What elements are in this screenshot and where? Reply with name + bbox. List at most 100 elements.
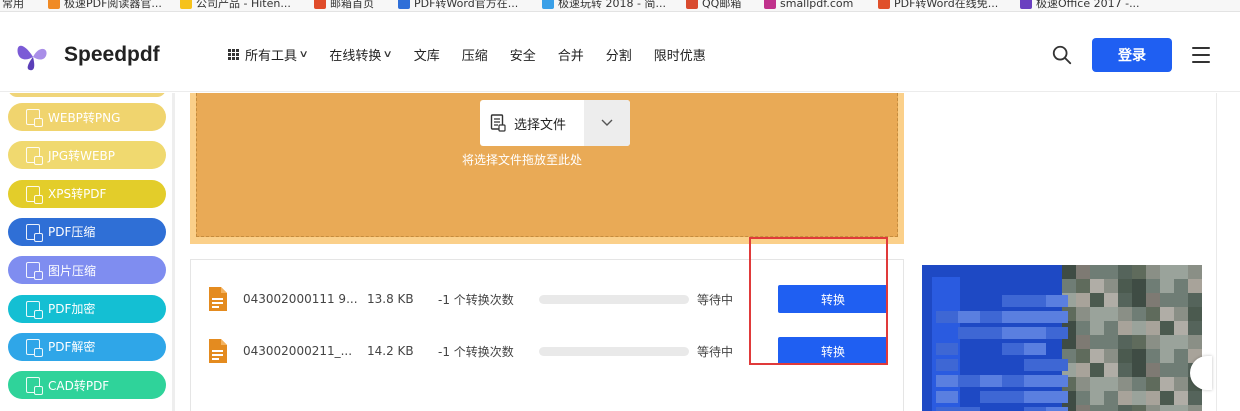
progress-bar	[539, 346, 689, 356]
file-status: 等待中	[697, 344, 734, 359]
nav-item-label: 压缩	[461, 49, 488, 64]
tool-file-icon	[26, 109, 43, 127]
sidebar-tool-item[interactable]: JPG转WEBP	[8, 141, 166, 170]
progress-bar	[539, 294, 689, 304]
tool-file-icon	[26, 223, 43, 242]
nav-item[interactable]: 安全	[510, 45, 536, 64]
sidebar-scrollbar[interactable]	[172, 93, 175, 411]
bookmark-item[interactable]: 公司产品 - Hiten...	[180, 0, 291, 11]
bookmark-item[interactable]: 极速PDF阅读器官...	[48, 0, 162, 11]
document-file-icon	[209, 287, 227, 311]
bookmark-item[interactable]: QQ邮箱	[686, 0, 741, 11]
nav-item[interactable]: 压缩	[462, 45, 488, 64]
sidebar-tool-label: PDF加密	[48, 302, 96, 316]
sidebar-tool-item[interactable]: PDF压缩	[8, 217, 166, 246]
choose-file-label: 选择文件	[514, 117, 567, 133]
nav-item-label: 合并	[557, 49, 584, 64]
file-icon	[490, 114, 506, 132]
login-button[interactable]: 登录	[1092, 38, 1172, 72]
bookmark-favicon-icon	[314, 0, 326, 9]
sidebar-tool-label: CAD转PDF	[48, 378, 110, 393]
bookmark-favicon-icon	[542, 0, 554, 9]
nav-item[interactable]: 在线转换 ∨	[329, 45, 394, 64]
file-size: 13.8 KB	[367, 292, 414, 306]
tool-file-icon	[26, 185, 43, 204]
tool-file-icon	[26, 147, 43, 166]
bookmark-favicon-icon	[180, 0, 192, 9]
sidebar-tool-item[interactable]: CAD转PDF	[8, 371, 166, 400]
conversion-count: -1 个转换次数	[438, 292, 514, 307]
butterfly-logo-icon	[17, 45, 47, 71]
nav-item-label: 分割	[605, 49, 632, 64]
hamburger-menu-icon[interactable]	[1192, 47, 1210, 63]
search-icon[interactable]	[1051, 44, 1073, 66]
tool-file-icon	[26, 300, 43, 319]
tool-sidebar: WEBP转PNG JPG转WEBP XPS转PDF PDF压缩图片压缩 PDF加密 PDF…	[0, 93, 175, 411]
bookmark-label: PDF转Word在线免...	[894, 0, 999, 10]
sidebar-tool-label: WEBP转PNG	[48, 110, 121, 125]
bookmark-item[interactable]: smallpdf.com	[764, 0, 853, 11]
document-file-icon	[209, 339, 227, 363]
nav-item-label: 限时优惠	[653, 49, 706, 64]
tool-file-icon	[26, 262, 43, 281]
nav-item-label: 文库	[413, 49, 440, 64]
bookmark-item[interactable]: 常用	[2, 0, 24, 11]
choose-file-main[interactable]: 选择文件	[480, 100, 584, 146]
sidebar-tool-label: JPG转WEBP	[48, 148, 115, 163]
sidebar-tool-label: PDF解密	[48, 340, 96, 355]
tool-file-icon	[26, 377, 43, 396]
nav-item[interactable]: 限时优惠	[654, 45, 706, 64]
ad-image[interactable]	[922, 265, 1202, 411]
sidebar-tool-label: XPS转PDF	[48, 187, 107, 202]
bookmark-label: 极速PDF阅读器官...	[64, 0, 162, 10]
bookmark-label: 邮箱首页	[330, 0, 374, 10]
bookmark-item[interactable]: 邮箱首页	[314, 0, 374, 11]
bookmark-favicon-icon	[878, 0, 890, 9]
bookmark-label: 公司产品 - Hiten...	[196, 0, 291, 10]
bookmark-label: 极速玩转 2018 - 简...	[558, 0, 666, 10]
bookmark-item[interactable]: 极速Office 2017 -...	[1020, 0, 1140, 11]
bookmarks-bar: 常用 极速PDF阅读器官... 公司产品 - Hiten... 邮箱首页 PDF转Wor…	[0, 0, 1240, 12]
bookmark-favicon-icon	[686, 0, 698, 9]
sidebar-tool-item[interactable]: PDF解密	[8, 332, 166, 361]
drop-zone[interactable]: 选择文件 将选择文件拖放至此处	[196, 93, 898, 237]
bookmark-label: QQ邮箱	[702, 0, 742, 10]
bookmark-favicon-icon	[764, 0, 776, 9]
bookmark-label: 常用	[2, 0, 24, 10]
sidebar-item-partial[interactable]	[8, 93, 166, 97]
nav-item-label: 在线转换	[329, 49, 382, 64]
nav-item-label: 安全	[509, 49, 536, 64]
nav-item[interactable]: 文库	[414, 45, 440, 64]
divider	[1216, 93, 1217, 411]
sidebar-tool-item[interactable]: WEBP转PNG	[8, 103, 166, 131]
sidebar-tool-item[interactable]: PDF加密	[8, 294, 166, 323]
bookmark-favicon-icon	[398, 0, 410, 9]
nav-item-label: 所有工具	[245, 49, 298, 64]
chevron-down-icon: ∨	[298, 49, 309, 60]
file-name: 043002000211_...	[243, 344, 353, 358]
bookmark-item[interactable]: 极速玩转 2018 - 简...	[542, 0, 666, 11]
tool-file-icon	[26, 338, 43, 357]
sidebar-tool-item[interactable]: XPS转PDF	[8, 179, 166, 208]
logo[interactable]: Speedpdf	[14, 36, 160, 74]
choose-file-button[interactable]: 选择文件	[480, 100, 630, 146]
nav-item[interactable]: 合并	[558, 45, 584, 64]
bookmark-label: smallpdf.com	[780, 0, 854, 10]
nav-item[interactable]: 所有工具 ∨	[228, 45, 309, 64]
nav-item[interactable]: 分割	[606, 45, 632, 64]
logo-text: Speedpdf	[64, 43, 160, 66]
conversion-count: -1 个转换次数	[438, 344, 514, 359]
sidebar-tool-item[interactable]: 图片压缩	[8, 256, 166, 285]
upload-area: 选择文件 将选择文件拖放至此处	[190, 93, 904, 244]
chevron-down-icon: ∨	[382, 49, 394, 60]
file-size: 14.2 KB	[367, 344, 414, 358]
drop-hint: 将选择文件拖放至此处	[461, 153, 582, 167]
site-header: Speedpdf 所有工具 ∨ 在线转换 ∨ 文库 压缩 安全 合并 分割 限时优惠 登录	[0, 12, 1240, 92]
chevron-down-icon[interactable]	[584, 100, 630, 146]
sidebar-tool-label: 图片压缩	[48, 263, 97, 278]
bookmark-favicon-icon	[48, 0, 60, 9]
sidebar-tool-label: PDF压缩	[48, 225, 96, 240]
bookmark-favicon-icon	[1020, 0, 1032, 9]
bookmark-item[interactable]: PDF转Word官方在...	[398, 0, 518, 11]
bookmark-item[interactable]: PDF转Word在线免...	[878, 0, 998, 11]
